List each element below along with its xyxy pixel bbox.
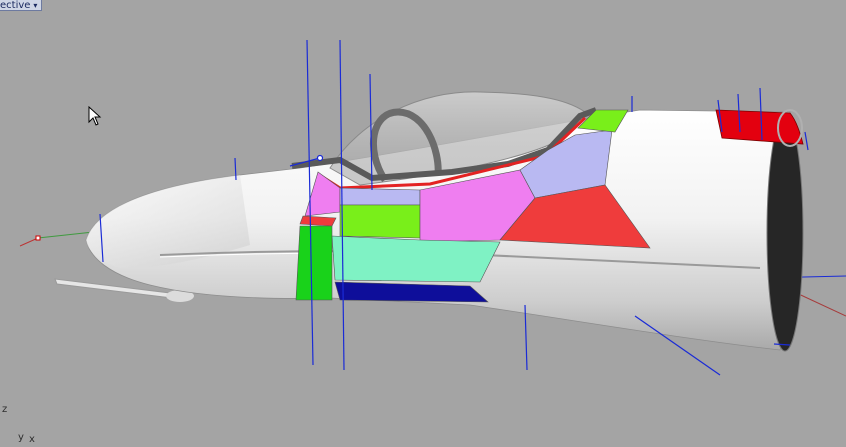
axis-label-z: z [2, 404, 8, 415]
panel-mint [331, 235, 501, 283]
panel-red-strip [299, 215, 337, 227]
panel-green-band [295, 225, 333, 301]
panel-lavender-small [339, 187, 421, 206]
axis-label-x: x [29, 434, 35, 445]
axis-label-y: y [18, 432, 24, 443]
exhaust-red-ring [715, 109, 804, 145]
perspective-viewport[interactable]: ective ▾ z y x [0, 0, 846, 447]
3d-scene[interactable] [0, 0, 846, 447]
panel-lime-upper [339, 204, 421, 239]
exhaust-nozzle [766, 114, 804, 352]
mouse-pointer-icon [88, 106, 102, 126]
